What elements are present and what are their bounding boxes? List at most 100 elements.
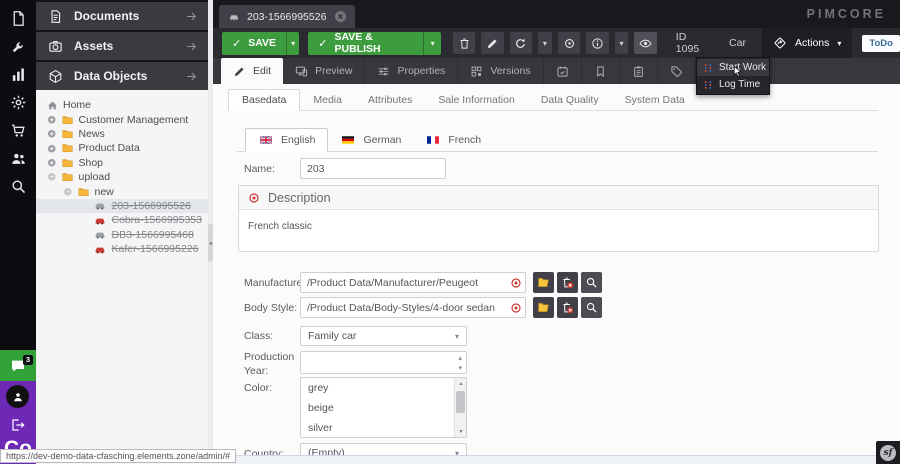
- tab-media[interactable]: Media: [300, 89, 355, 110]
- manufacturer-clear-button[interactable]: [557, 272, 578, 293]
- tree-node[interactable]: Product Data: [36, 141, 208, 155]
- tree-node[interactable]: Customer Management: [36, 112, 208, 126]
- tab-sale-information[interactable]: Sale Information: [425, 89, 527, 110]
- tab-data-quality[interactable]: Data Quality: [528, 89, 612, 110]
- info-button[interactable]: [586, 32, 608, 54]
- symfony-profiler-toggle[interactable]: sf: [876, 441, 900, 464]
- color-option[interactable]: beige: [301, 398, 466, 418]
- main-area: 203-1566995526 PIMCORE ✓SAVE ▾ ✓SAVE & P…: [213, 0, 900, 464]
- save-publish-button[interactable]: ✓SAVE & PUBLISH ▾: [308, 32, 441, 55]
- body-style-target-icon[interactable]: [510, 302, 522, 314]
- language-tab-english[interactable]: English: [245, 128, 328, 152]
- tree-node[interactable]: Home: [36, 98, 208, 112]
- tools-wrench-button[interactable]: [0, 32, 36, 60]
- tab-scheduled-tasks[interactable]: [544, 58, 582, 84]
- menu-item-label: Start Work: [719, 62, 766, 73]
- tree-node[interactable]: Kafer-1566995226: [36, 242, 208, 256]
- accordion-panel-assets[interactable]: Assets: [36, 32, 208, 60]
- description-text[interactable]: French classic: [239, 210, 878, 243]
- body-style-open-folder-button[interactable]: [533, 297, 554, 318]
- cube-icon: [48, 69, 63, 84]
- folder-icon: [61, 142, 74, 154]
- reload-button[interactable]: [510, 32, 532, 54]
- tab-edit[interactable]: Edit: [221, 58, 283, 84]
- sidebar-splitter[interactable]: ◂: [208, 0, 213, 464]
- logout-button[interactable]: [10, 417, 26, 433]
- tab-attributes[interactable]: Attributes: [355, 89, 425, 110]
- spinner-arrows[interactable]: ▴▾: [458, 353, 462, 373]
- color-option[interactable]: silver: [301, 418, 466, 438]
- documents-file-button[interactable]: [0, 4, 36, 32]
- menu-item-log-time[interactable]: Log Time: [697, 76, 769, 93]
- panel-label: Data Objects: [74, 69, 185, 83]
- save-publish-dropdown-caret[interactable]: ▾: [423, 32, 441, 55]
- tab-properties[interactable]: Properties: [365, 58, 458, 84]
- tree-node[interactable]: DB3-1566995468: [36, 228, 208, 242]
- tree-node-label: DB3-1566995468: [112, 229, 194, 241]
- manufacturer-target-icon[interactable]: [510, 277, 522, 289]
- tree-node[interactable]: Shop: [36, 156, 208, 170]
- tab-basedata[interactable]: Basedata: [228, 89, 300, 111]
- language-tab-french[interactable]: French: [413, 128, 493, 151]
- tab-preview[interactable]: Preview: [283, 58, 365, 84]
- notifications-chat-button[interactable]: 3: [0, 350, 36, 381]
- tree-node-label: Home: [63, 99, 91, 111]
- manufacturer-search-button[interactable]: [581, 272, 602, 293]
- listbox-scrollbar[interactable]: ▴ ▾: [454, 378, 466, 437]
- tag-icon: [670, 65, 683, 78]
- todo-status-badge[interactable]: ToDo: [862, 35, 900, 52]
- body-style-clear-button[interactable]: [557, 297, 578, 318]
- splitter-collapse-handle[interactable]: ◂: [208, 224, 213, 262]
- tab-tags[interactable]: [658, 58, 696, 84]
- tree-node[interactable]: new: [36, 184, 208, 198]
- body-style-search-button[interactable]: [581, 297, 602, 318]
- scroll-thumb[interactable]: [456, 391, 465, 413]
- tree-node-label: Kafer-1566995226: [112, 243, 199, 255]
- manufacturer-input[interactable]: [300, 272, 526, 293]
- accordion-panel-data-objects[interactable]: Data Objects: [36, 62, 208, 90]
- locate-in-tree-button[interactable]: [558, 32, 580, 54]
- production-year-spinner[interactable]: ▴▾: [300, 351, 467, 374]
- gb-flag-icon: [258, 134, 274, 146]
- search-button[interactable]: [0, 172, 36, 200]
- accordion-panel-documents[interactable]: Documents: [36, 2, 208, 30]
- delete-button[interactable]: [453, 32, 475, 54]
- language-tab-german[interactable]: German: [328, 128, 413, 151]
- tree-node[interactable]: 203-1566995526: [36, 199, 208, 213]
- settings-gear-button[interactable]: [0, 88, 36, 116]
- open-preview-button[interactable]: [634, 32, 656, 54]
- tab-system-data[interactable]: System Data: [612, 89, 698, 110]
- tab-versions[interactable]: Versions: [458, 58, 543, 84]
- save-dropdown-caret[interactable]: ▾: [286, 32, 299, 55]
- tab-bookmark[interactable]: [582, 58, 620, 84]
- tree-node[interactable]: News: [36, 127, 208, 141]
- reload-dropdown-caret[interactable]: ▾: [538, 32, 552, 54]
- rename-button[interactable]: [481, 32, 503, 54]
- name-input[interactable]: [300, 158, 446, 179]
- tree-node[interactable]: Cobra-1566995353: [36, 213, 208, 227]
- reports-chart-icon: [10, 66, 27, 83]
- body-style-input[interactable]: [300, 297, 526, 318]
- tab-label: Edit: [253, 65, 271, 77]
- class-select[interactable]: Family car▾: [300, 326, 467, 346]
- save-button[interactable]: ✓SAVE ▾: [222, 32, 299, 55]
- color-option[interactable]: grey: [301, 378, 466, 398]
- scroll-up-icon[interactable]: ▴: [455, 378, 467, 389]
- manufacturer-open-folder-button[interactable]: [533, 272, 554, 293]
- open-object-tab[interactable]: 203-1566995526: [219, 5, 355, 28]
- users-button[interactable]: [0, 144, 36, 172]
- actions-dropdown-button[interactable]: Actions ▾: [762, 28, 852, 58]
- close-tab-icon[interactable]: [334, 10, 347, 23]
- settings-gear-icon: [10, 94, 27, 111]
- scroll-down-icon[interactable]: ▾: [455, 426, 467, 437]
- color-multiselect[interactable]: greybeigesilver ▴ ▾: [300, 377, 467, 438]
- car-icon: [93, 200, 107, 211]
- reports-chart-button[interactable]: [0, 60, 36, 88]
- tree-node-label: Shop: [79, 157, 104, 169]
- tree-node[interactable]: upload: [36, 170, 208, 184]
- user-avatar[interactable]: [6, 385, 29, 408]
- info-dropdown-caret[interactable]: ▾: [615, 32, 629, 54]
- menu-item-start-work[interactable]: Start Work: [697, 59, 769, 76]
- tab-notes-events[interactable]: [620, 58, 658, 84]
- ecommerce-cart-button[interactable]: [0, 116, 36, 144]
